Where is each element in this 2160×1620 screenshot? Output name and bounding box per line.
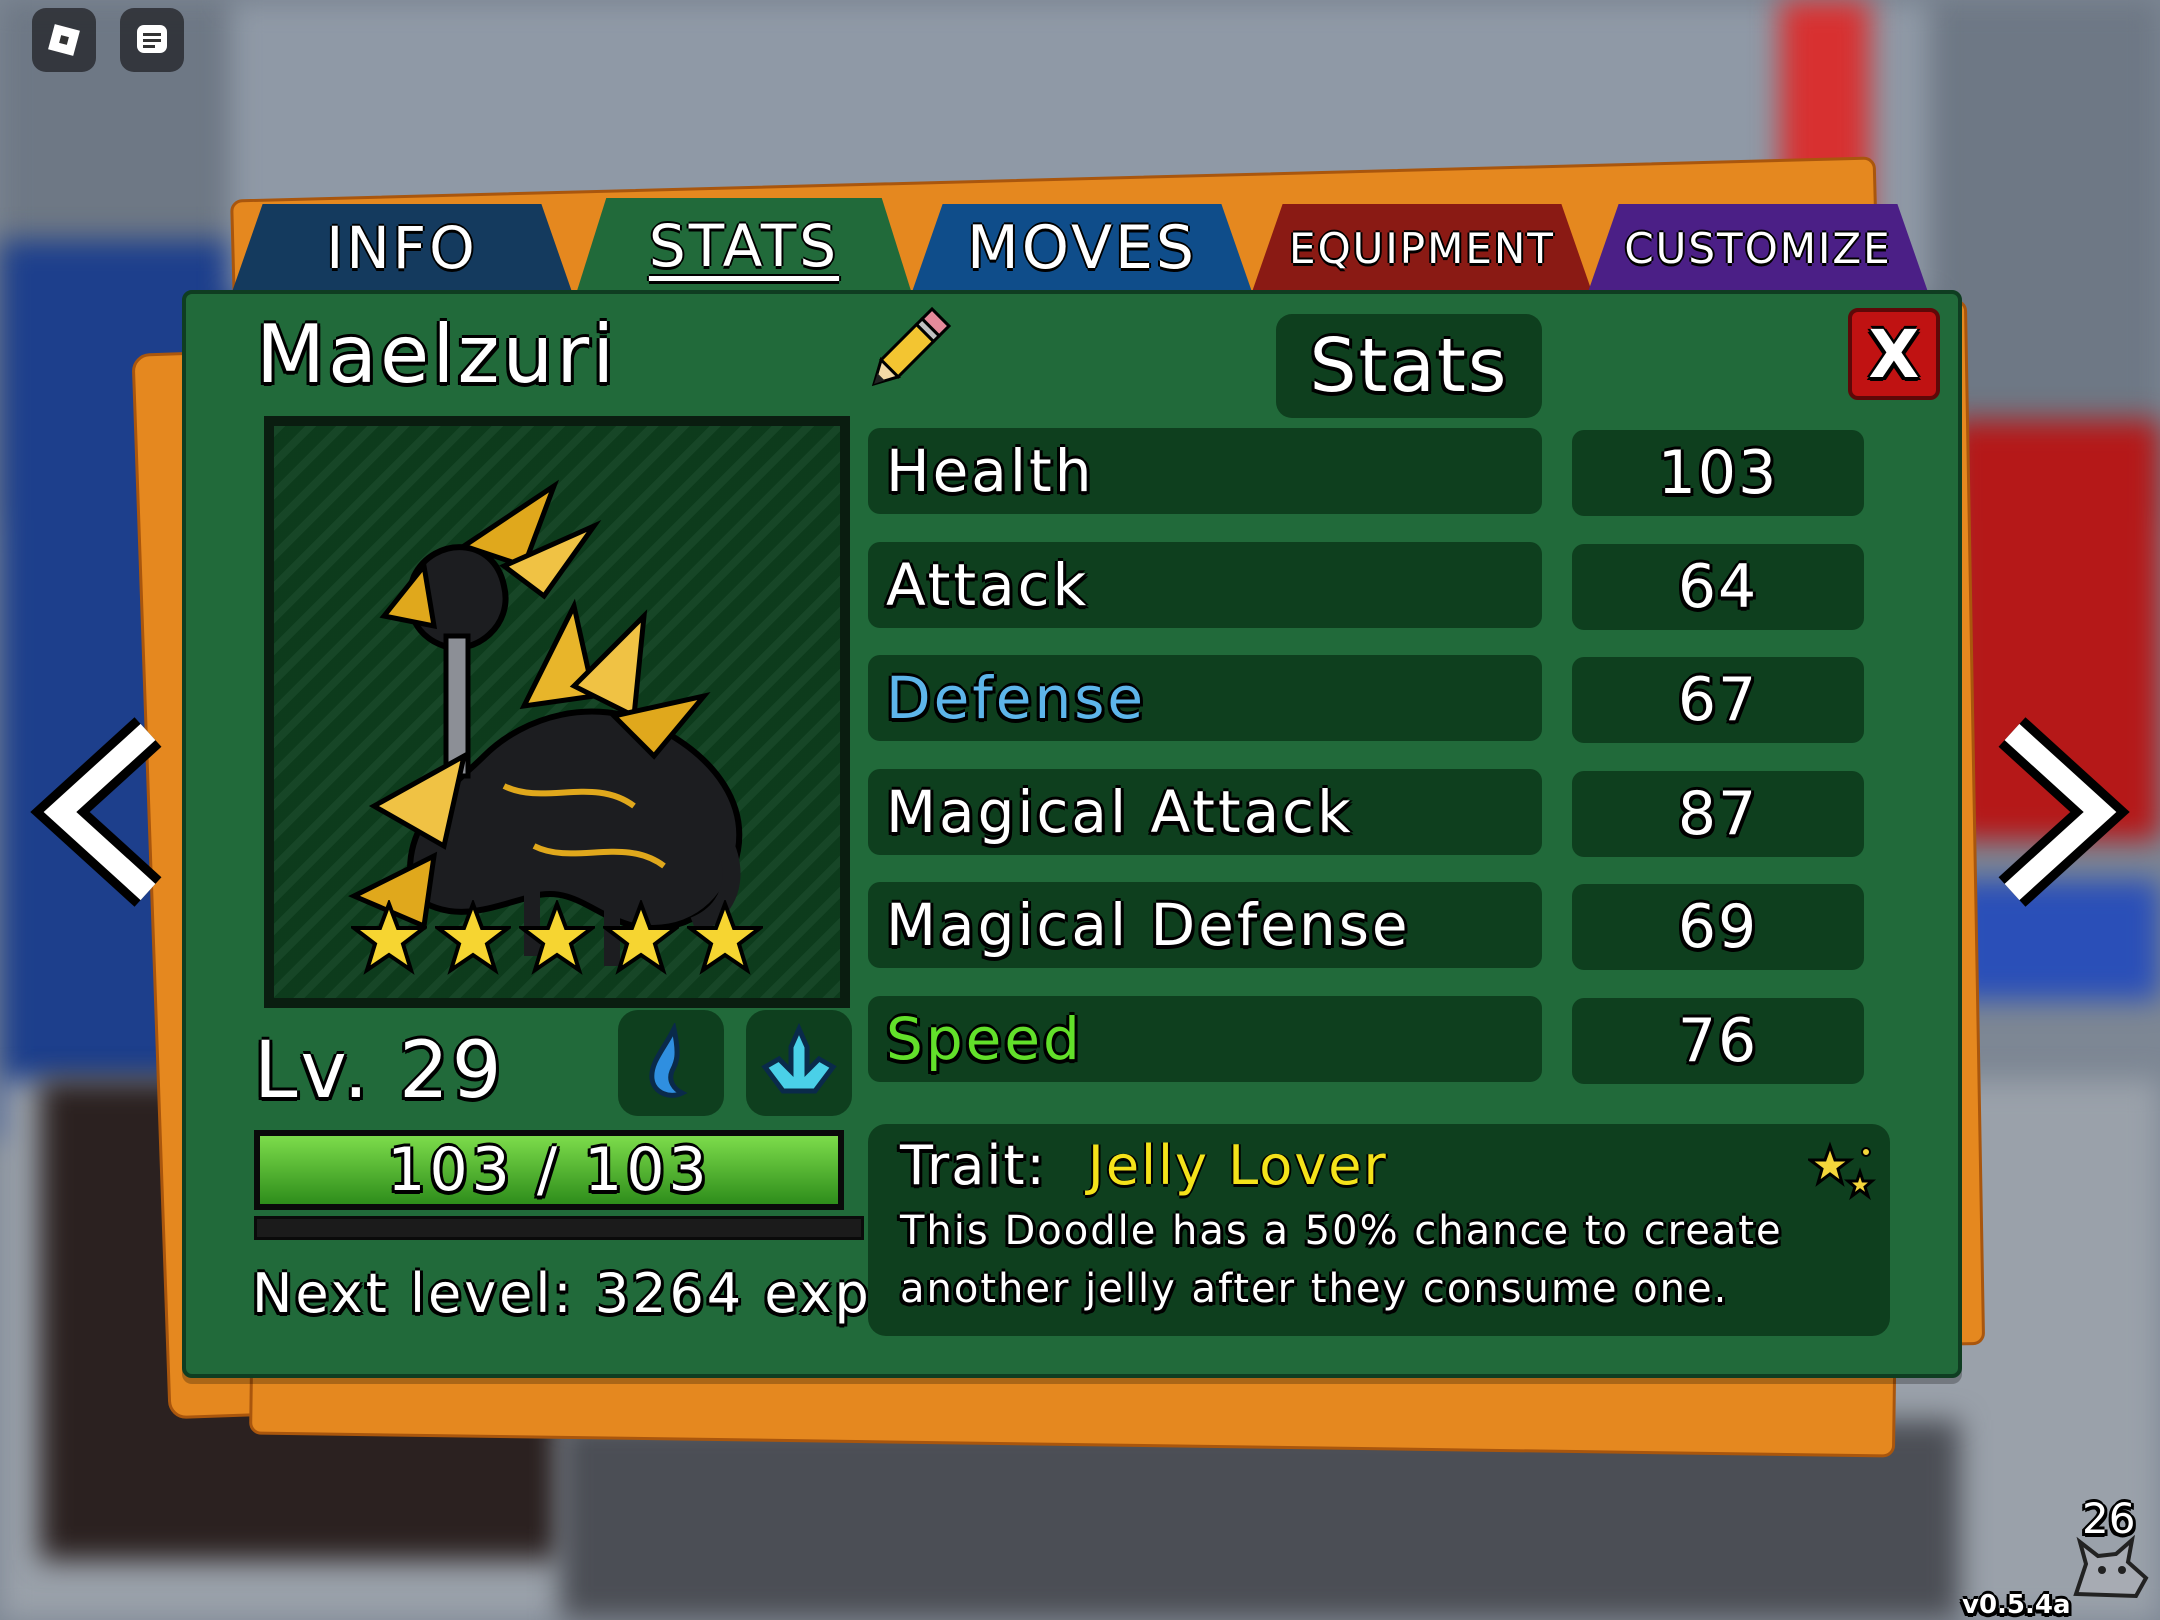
chat-button[interactable]	[120, 8, 184, 72]
stat-value: 76	[1677, 1005, 1759, 1076]
trait-name: Jelly Lover	[1087, 1134, 1388, 1197]
trait-box: Trait: Jelly Lover This Doodle has a 50%…	[868, 1124, 1890, 1336]
edit-name-pencil-icon[interactable]	[858, 300, 958, 400]
stat-label-row: Magical Attack	[868, 768, 1542, 855]
roblox-logo-icon	[48, 24, 80, 56]
creature-name: Maelzuri	[256, 308, 618, 401]
type-badge-water[interactable]	[618, 1010, 724, 1116]
crystal-icon	[761, 1022, 837, 1094]
trait-description-line-1: This Doodle has a 50% chance to create	[900, 1208, 1783, 1254]
stat-value: 103	[1657, 438, 1779, 508]
stat-label: Magical Attack	[886, 777, 1354, 846]
tab-stats[interactable]: STATS	[576, 198, 912, 294]
creature-level: Lv. 29	[254, 1026, 505, 1116]
tab-moves[interactable]: MOVES	[912, 204, 1252, 292]
stat-value-box: 69	[1572, 884, 1864, 970]
type-badge-crystal[interactable]	[746, 1010, 852, 1116]
stat-value: 69	[1677, 892, 1759, 962]
rarity-star-icon	[351, 900, 427, 975]
stat-label-row: Speed	[868, 995, 1542, 1082]
stat-label-row: Defense	[868, 655, 1542, 741]
stat-label: Magical Defense	[886, 891, 1411, 959]
stat-value: 67	[1677, 665, 1759, 735]
exp-bar	[254, 1216, 864, 1240]
chat-icon	[137, 25, 167, 53]
stat-label: Speed	[886, 1004, 1083, 1073]
stat-label: Health	[886, 437, 1095, 505]
creature-portrait	[264, 416, 850, 1008]
hp-bar: 103 / 103	[254, 1130, 844, 1210]
stat-value-box: 103	[1572, 430, 1864, 516]
version-label: v0.5.4a	[1962, 1590, 2071, 1620]
trait-description-line-2: another jelly after they consume one.	[900, 1266, 1729, 1312]
rarity-star-icon	[519, 900, 595, 975]
stat-value-box: 76	[1572, 997, 1864, 1084]
stat-label: Defense	[886, 664, 1147, 732]
close-button[interactable]: X	[1848, 308, 1940, 400]
rarity-stars	[274, 900, 840, 976]
rarity-star-icon	[435, 900, 511, 975]
previous-doodle-arrow[interactable]	[30, 712, 180, 912]
water-drop-icon	[649, 1023, 688, 1098]
stat-label-row: Attack	[868, 541, 1542, 628]
stat-value-box: 67	[1572, 657, 1864, 743]
stats-header: Stats	[1276, 314, 1542, 418]
stat-value-box: 87	[1572, 770, 1864, 857]
stat-label-row: Health	[868, 428, 1542, 514]
stat-value: 64	[1677, 551, 1759, 622]
tab-equipment[interactable]: EQUIPMENT	[1252, 204, 1592, 292]
rarity-star-icon	[687, 900, 763, 975]
sparkle-stars-icon	[1808, 1141, 1877, 1201]
stat-value: 87	[1677, 778, 1759, 849]
trait-title: Trait: Jelly Lover	[900, 1134, 1388, 1197]
next-level-text: Next level: 3264 exp	[252, 1262, 872, 1325]
hp-text: 103 / 103	[387, 1135, 711, 1205]
stat-value-box: 64	[1572, 543, 1864, 630]
stats-panel: Maelzuri Lv. 29 103 / 103 Next level: 32…	[182, 290, 1962, 1378]
rarity-star-icon	[603, 900, 679, 975]
stat-label-row: Magical Defense	[868, 882, 1542, 968]
roblox-menu-button[interactable]	[32, 8, 96, 72]
next-doodle-arrow[interactable]	[1980, 712, 2130, 912]
doodle-mascot-icon	[2073, 1534, 2149, 1599]
tab-customize[interactable]: CUSTOMIZE	[1588, 204, 1928, 292]
stat-label: Attack	[886, 550, 1090, 619]
tab-info[interactable]: INFO	[232, 204, 572, 292]
